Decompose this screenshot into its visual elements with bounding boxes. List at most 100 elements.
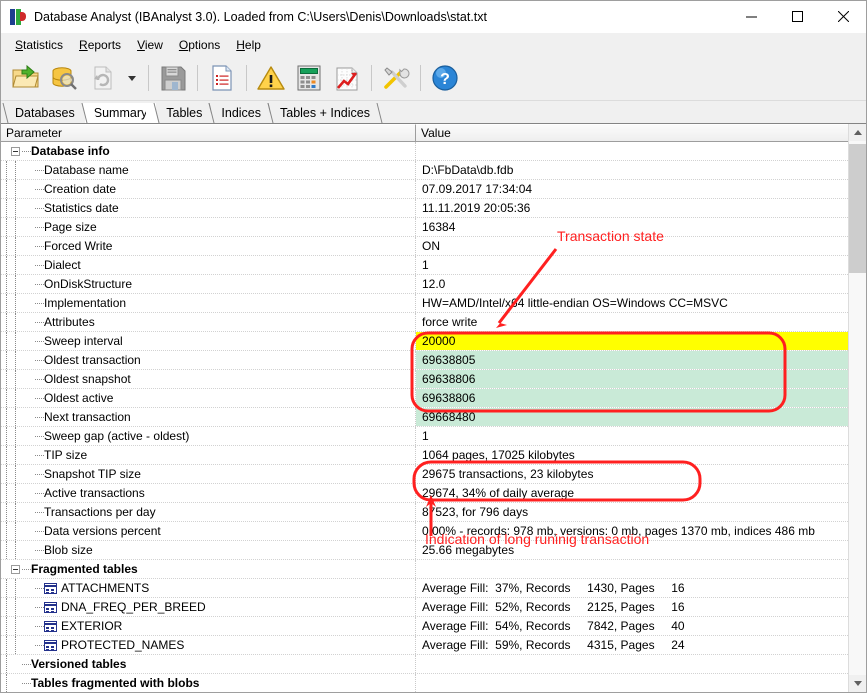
row-value-cell[interactable]: 69668480 — [416, 408, 848, 426]
menu-statistics[interactable]: Statistics — [7, 35, 71, 55]
table-row[interactable]: Forced WriteON — [1, 237, 848, 256]
warning-icon[interactable] — [252, 59, 290, 97]
row-value-cell[interactable]: 29675 transactions, 23 kilobytes — [416, 465, 848, 483]
row-value-cell[interactable] — [416, 560, 848, 578]
collapse-expander-icon[interactable] — [11, 565, 20, 574]
table-row[interactable]: Oldest snapshot69638806 — [1, 370, 848, 389]
row-value-cell[interactable]: 07.09.2017 17:34:04 — [416, 180, 848, 198]
row-parameter-cell[interactable]: Fragmented tables — [1, 560, 416, 578]
row-parameter-cell[interactable]: Active transactions — [1, 484, 416, 502]
report-document-icon[interactable] — [203, 59, 241, 97]
row-value-cell[interactable]: 0.00% - records: 978 mb, versions: 0 mb,… — [416, 522, 848, 540]
row-parameter-cell[interactable]: Tables fragmented with blobs — [1, 674, 416, 692]
row-value-cell[interactable] — [416, 674, 848, 692]
table-row[interactable]: Oldest active69638806 — [1, 389, 848, 408]
scroll-track[interactable] — [849, 141, 866, 675]
row-value-cell[interactable]: 25.66 megabytes — [416, 541, 848, 559]
row-parameter-cell[interactable]: Database name — [1, 161, 416, 179]
row-value-cell[interactable]: HW=AMD/Intel/x64 little-endian OS=Window… — [416, 294, 848, 312]
row-parameter-cell[interactable]: Blob size — [1, 541, 416, 559]
row-value-cell[interactable]: 1064 pages, 17025 kilobytes — [416, 446, 848, 464]
row-parameter-cell[interactable]: Page size — [1, 218, 416, 236]
menu-reports[interactable]: Reports — [71, 35, 129, 55]
menu-view[interactable]: View — [129, 35, 171, 55]
table-row[interactable]: Data versions percent0.00% - records: 97… — [1, 522, 848, 541]
table-row[interactable]: Next transaction69668480 — [1, 408, 848, 427]
row-parameter-cell[interactable]: PROTECTED_NAMES — [1, 636, 416, 654]
tab-databases[interactable]: Databases — [5, 103, 84, 123]
table-row[interactable]: Blob size25.66 megabytes — [1, 541, 848, 560]
row-value-cell[interactable]: Average Fill: 59%, Records 4315, Pages 2… — [416, 636, 848, 654]
table-row[interactable]: Dialect1 — [1, 256, 848, 275]
row-parameter-cell[interactable]: Database info — [1, 142, 416, 160]
table-row[interactable]: TIP size1064 pages, 17025 kilobytes — [1, 446, 848, 465]
row-value-cell[interactable]: 69638806 — [416, 389, 848, 407]
tab-tables[interactable]: Tables — [156, 103, 211, 123]
row-parameter-cell[interactable]: Transactions per day — [1, 503, 416, 521]
table-row[interactable]: Fragmented tables — [1, 560, 848, 579]
row-value-cell[interactable] — [416, 655, 848, 673]
row-parameter-cell[interactable]: Forced Write — [1, 237, 416, 255]
table-row[interactable]: DNA_FREQ_PER_BREEDAverage Fill: 52%, Rec… — [1, 598, 848, 617]
row-parameter-cell[interactable]: Implementation — [1, 294, 416, 312]
scroll-up-button[interactable] — [849, 124, 866, 141]
table-row[interactable]: Tables fragmented with blobs — [1, 674, 848, 692]
maximize-button[interactable] — [774, 1, 820, 32]
menu-help[interactable]: Help — [228, 35, 269, 55]
table-row[interactable]: Sweep interval20000 — [1, 332, 848, 351]
column-header-value[interactable]: Value — [416, 124, 848, 141]
table-row[interactable]: Statistics date11.11.2019 20:05:36 — [1, 199, 848, 218]
table-row[interactable]: Creation date07.09.2017 17:34:04 — [1, 180, 848, 199]
row-parameter-cell[interactable]: Next transaction — [1, 408, 416, 426]
row-value-cell[interactable]: 69638805 — [416, 351, 848, 369]
row-parameter-cell[interactable]: ATTACHMENTS — [1, 579, 416, 597]
table-row[interactable]: Versioned tables — [1, 655, 848, 674]
row-parameter-cell[interactable]: Snapshot TIP size — [1, 465, 416, 483]
table-row[interactable]: EXTERIORAverage Fill: 54%, Records 7842,… — [1, 617, 848, 636]
row-value-cell[interactable]: 1 — [416, 256, 848, 274]
minimize-button[interactable] — [728, 1, 774, 32]
row-parameter-cell[interactable]: Oldest active — [1, 389, 416, 407]
row-parameter-cell[interactable]: EXTERIOR — [1, 617, 416, 635]
close-button[interactable] — [820, 1, 866, 32]
row-value-cell[interactable] — [416, 142, 848, 160]
table-row[interactable]: Database info — [1, 142, 848, 161]
table-row[interactable]: Snapshot TIP size29675 transactions, 23 … — [1, 465, 848, 484]
table-row[interactable]: ImplementationHW=AMD/Intel/x64 little-en… — [1, 294, 848, 313]
row-value-cell[interactable]: D:\FbData\db.fdb — [416, 161, 848, 179]
table-row[interactable]: OnDiskStructure12.0 — [1, 275, 848, 294]
row-parameter-cell[interactable]: Data versions percent — [1, 522, 416, 540]
vertical-scrollbar[interactable] — [848, 124, 866, 692]
row-parameter-cell[interactable]: Versioned tables — [1, 655, 416, 673]
table-row[interactable]: ATTACHMENTSAverage Fill: 37%, Records 14… — [1, 579, 848, 598]
tab-indices[interactable]: Indices — [211, 103, 270, 123]
row-value-cell[interactable]: 20000 — [416, 332, 848, 350]
row-value-cell[interactable]: 12.0 — [416, 275, 848, 293]
table-row[interactable]: Oldest transaction69638805 — [1, 351, 848, 370]
row-parameter-cell[interactable]: Sweep gap (active - oldest) — [1, 427, 416, 445]
row-parameter-cell[interactable]: Dialect — [1, 256, 416, 274]
row-parameter-cell[interactable]: Oldest transaction — [1, 351, 416, 369]
row-value-cell[interactable]: 29674, 34% of daily average — [416, 484, 848, 502]
tab-tables-indices[interactable]: Tables + Indices — [270, 103, 379, 123]
menu-options[interactable]: Options — [171, 35, 228, 55]
table-row[interactable]: Transactions per day87523, for 796 days — [1, 503, 848, 522]
row-value-cell[interactable]: Average Fill: 52%, Records 2125, Pages 1… — [416, 598, 848, 616]
row-parameter-cell[interactable]: Statistics date — [1, 199, 416, 217]
column-header-parameter[interactable]: Parameter — [1, 124, 416, 141]
calculator-icon[interactable] — [290, 59, 328, 97]
row-parameter-cell[interactable]: OnDiskStructure — [1, 275, 416, 293]
scroll-thumb[interactable] — [849, 144, 866, 273]
row-value-cell[interactable]: ON — [416, 237, 848, 255]
chart-icon[interactable] — [328, 59, 366, 97]
table-row[interactable]: Sweep gap (active - oldest)1 — [1, 427, 848, 446]
row-value-cell[interactable]: 87523, for 796 days — [416, 503, 848, 521]
row-value-cell[interactable]: Average Fill: 54%, Records 7842, Pages 4… — [416, 617, 848, 635]
dropdown-caret-icon[interactable] — [121, 59, 143, 97]
tools-icon[interactable] — [377, 59, 415, 97]
row-parameter-cell[interactable]: Sweep interval — [1, 332, 416, 350]
row-value-cell[interactable]: 69638806 — [416, 370, 848, 388]
row-parameter-cell[interactable]: TIP size — [1, 446, 416, 464]
collapse-expander-icon[interactable] — [11, 147, 20, 156]
database-search-icon[interactable] — [45, 59, 83, 97]
